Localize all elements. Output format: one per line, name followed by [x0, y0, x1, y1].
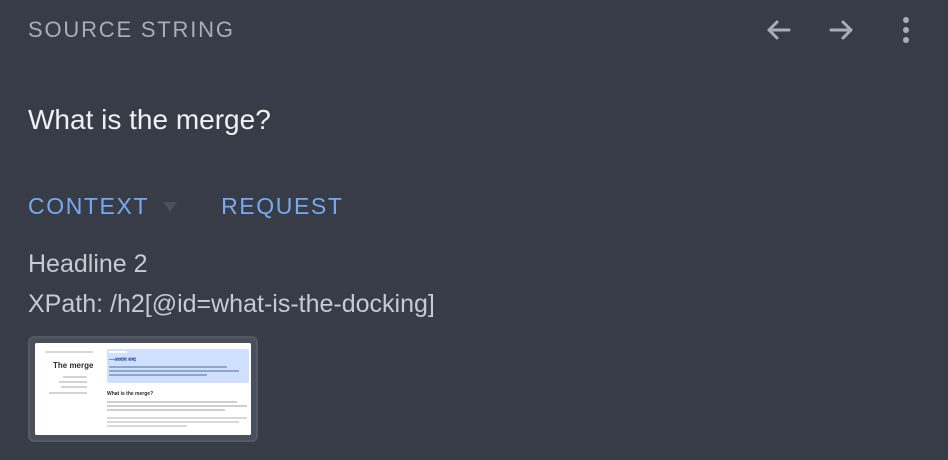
source-string-panel: SOURCE STRING What is the merge? CONTEXT… — [0, 0, 948, 460]
thumbnail-page-title: The merge — [53, 361, 94, 370]
header-actions — [758, 10, 926, 50]
panel-title: SOURCE STRING — [28, 17, 235, 42]
context-block: Headline 2 XPath: /h2[@id=what-is-the-do… — [28, 244, 435, 324]
context-headline: Headline 2 — [28, 250, 148, 278]
tab-request[interactable]: REQUEST — [221, 192, 343, 220]
tab-context-label: CONTEXT — [28, 193, 150, 219]
arrow-left-icon — [761, 13, 795, 47]
thumbnail-section-heading: What is the merge? — [107, 391, 153, 397]
thumbnail-image: The merge —अध्याय शब्द What is the merge… — [35, 343, 251, 435]
more-options-button[interactable] — [886, 10, 926, 50]
tabs: CONTEXT REQUEST — [28, 192, 343, 220]
context-xpath: XPath: /h2[@id=what-is-the-docking] — [28, 290, 435, 318]
thumbnail-banner-heading: —अध्याय शब्द — [109, 357, 136, 363]
tab-request-label: REQUEST — [221, 193, 344, 219]
more-vert-icon — [889, 13, 923, 47]
back-button[interactable] — [758, 10, 798, 50]
tab-context[interactable]: CONTEXT — [28, 192, 179, 220]
context-screenshot-thumbnail[interactable]: The merge —अध्याय शब्द What is the merge… — [28, 336, 258, 442]
forward-button[interactable] — [822, 10, 862, 50]
arrow-right-icon — [825, 13, 859, 47]
caret-down-icon — [161, 198, 179, 216]
source-string-text: What is the merge? — [28, 104, 271, 135]
